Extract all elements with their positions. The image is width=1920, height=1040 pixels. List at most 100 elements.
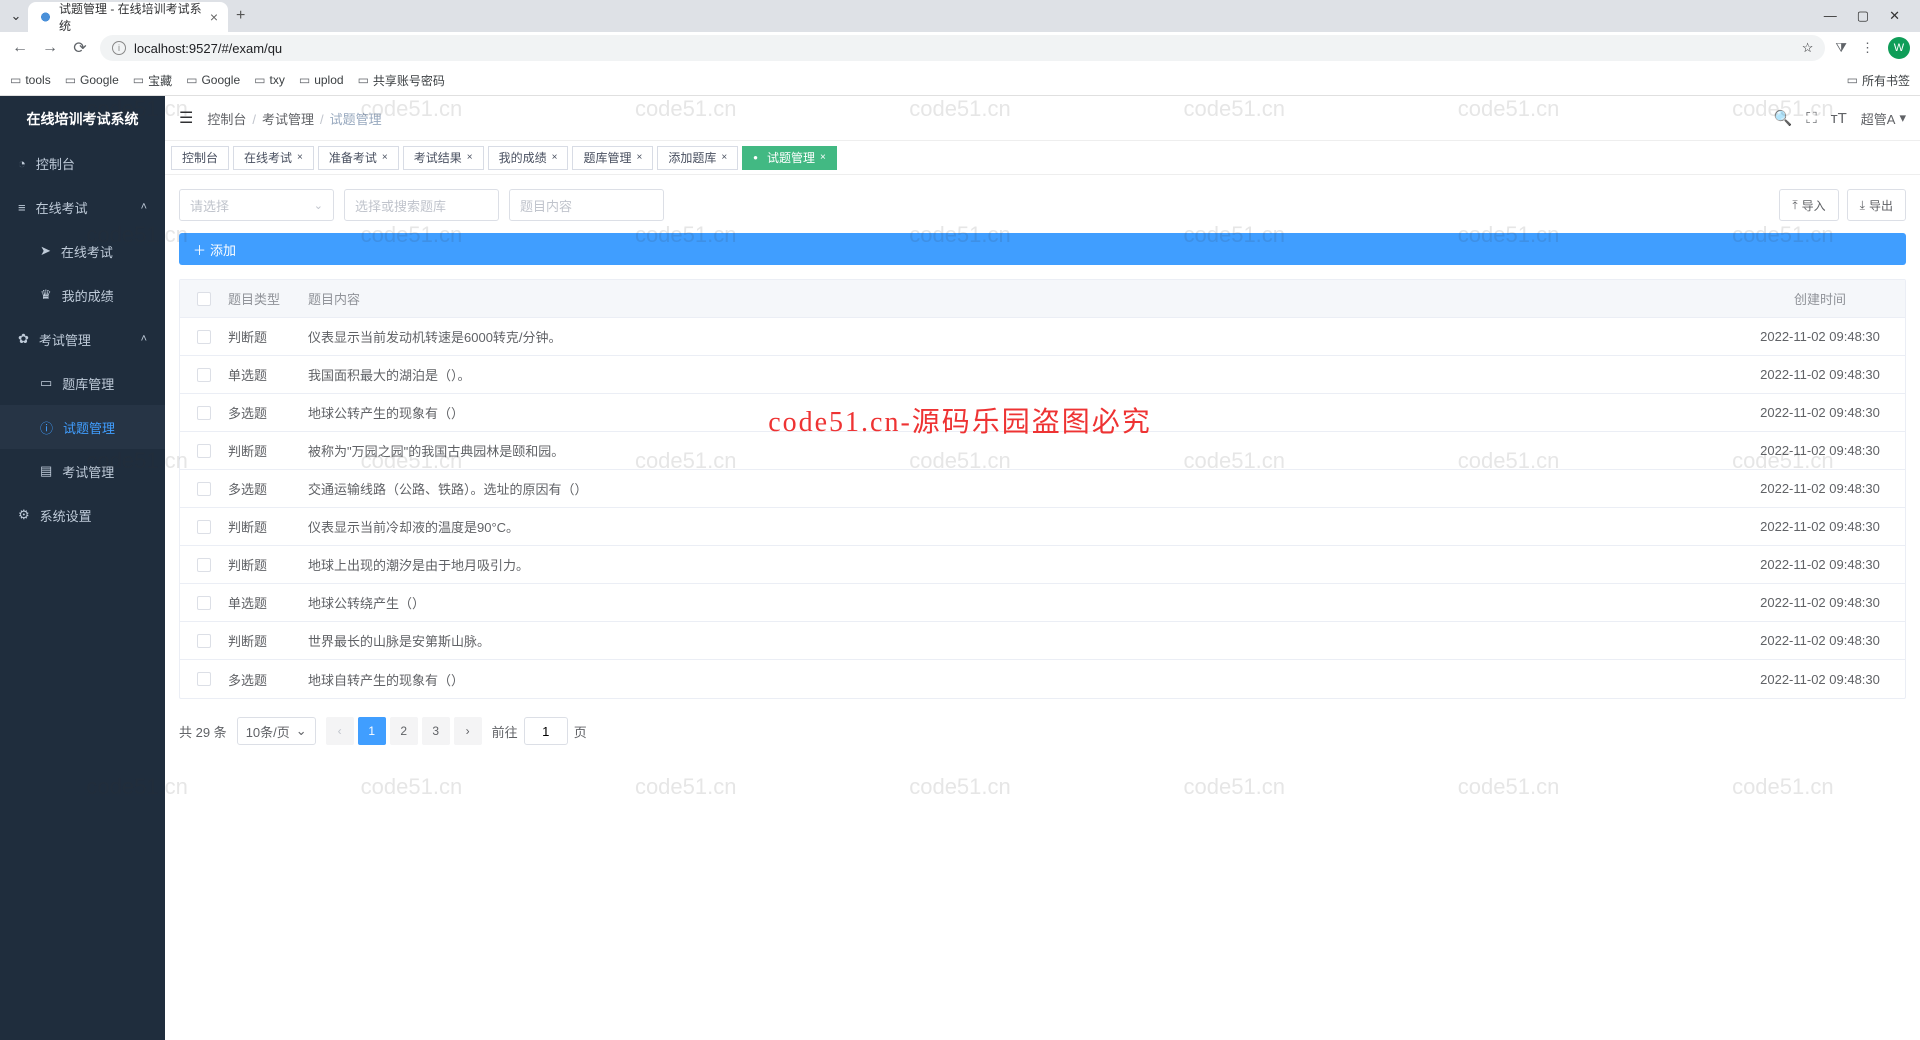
sidebar-subitem-在线考试[interactable]: ➤在线考试 <box>0 229 165 273</box>
sidebar-item-控制台[interactable]: ◔控制台 <box>0 141 165 185</box>
bookmark-item[interactable]: ▭Google <box>186 73 240 87</box>
tab-close-icon[interactable]: × <box>210 9 218 25</box>
table-row[interactable]: 判断题仪表显示当前发动机转速是6000转克/分钟。2022-11-02 09:4… <box>180 318 1905 356</box>
hamburger-icon[interactable]: ☰ <box>179 108 193 128</box>
nav-tab-控制台[interactable]: 控制台 <box>171 146 229 170</box>
fullscreen-icon[interactable]: ⛶ <box>1806 110 1817 127</box>
table-row[interactable]: 判断题被称为"万园之园"的我国古典园林是颐和园。2022-11-02 09:48… <box>180 432 1905 470</box>
page-2[interactable]: 2 <box>390 717 418 745</box>
content-input[interactable]: 题目内容 <box>509 189 664 221</box>
nav-tab-题库管理[interactable]: 题库管理× <box>572 146 653 170</box>
nav-forward-icon[interactable]: → <box>40 39 60 57</box>
sidebar-item-在线考试[interactable]: ≡在线考试˄ <box>0 185 165 229</box>
maximize-icon[interactable]: ▢ <box>1857 8 1869 24</box>
menu-icon: ♛ <box>40 287 52 303</box>
table-row[interactable]: 单选题地球公转绕产生（）2022-11-02 09:48:30 <box>180 584 1905 622</box>
page-3[interactable]: 3 <box>422 717 450 745</box>
minimize-icon[interactable]: — <box>1824 8 1837 24</box>
table-row[interactable]: 多选题地球公转产生的现象有（）2022-11-02 09:48:30 <box>180 394 1905 432</box>
page-size-label: 10条/页 <box>246 722 290 741</box>
nav-tab-添加题库[interactable]: 添加题库× <box>657 146 738 170</box>
nav-back-icon[interactable]: ← <box>10 39 30 57</box>
close-window-icon[interactable]: ✕ <box>1889 8 1900 24</box>
page-1[interactable]: 1 <box>358 717 386 745</box>
page-size-select[interactable]: 10条/页 ⌄ <box>237 717 316 745</box>
header-type: 题目类型 <box>228 289 308 308</box>
sidebar-subitem-我的成绩[interactable]: ♛我的成绩 <box>0 273 165 317</box>
table-row[interactable]: 判断题地球上出现的潮汐是由于地月吸引力。2022-11-02 09:48:30 <box>180 546 1905 584</box>
page-prev[interactable]: ‹ <box>326 717 354 745</box>
row-checkbox[interactable] <box>197 596 211 610</box>
sidebar-subitem-考试管理[interactable]: ▤考试管理 <box>0 449 165 493</box>
bookmark-item[interactable]: ▭uplod <box>299 73 344 87</box>
cell-time: 2022-11-02 09:48:30 <box>1735 443 1905 458</box>
tab-close-icon[interactable]: × <box>820 152 826 163</box>
nav-tab-label: 我的成绩 <box>499 149 547 166</box>
star-icon[interactable] <box>1802 40 1814 56</box>
browser-chrome: ⌄ ◔ 试题管理 - 在线培训考试系统 × + — ▢ ✕ ← → ⟳ i lo… <box>0 0 1920 96</box>
profile-avatar[interactable]: W <box>1888 37 1910 59</box>
row-checkbox[interactable] <box>197 634 211 648</box>
tab-close-icon[interactable]: × <box>467 152 473 163</box>
tab-close-icon[interactable]: × <box>382 152 388 163</box>
font-size-icon[interactable]: ᴛT <box>1831 110 1847 127</box>
bookmark-item[interactable]: ▭共享账号密码 <box>358 72 445 89</box>
nav-tab-我的成绩[interactable]: 我的成绩 × <box>488 146 569 170</box>
menu-icon: ✿ <box>18 331 29 347</box>
cell-time: 2022-11-02 09:48:30 <box>1735 672 1905 687</box>
repo-input[interactable]: 选择或搜索题库 <box>344 189 499 221</box>
folder-icon: ▭ <box>299 73 310 87</box>
search-icon[interactable]: 🔍 <box>1774 109 1793 127</box>
row-checkbox[interactable] <box>197 330 211 344</box>
address-field[interactable]: i localhost:9527/#/exam/qu <box>100 35 1825 61</box>
table-row[interactable]: 单选题我国面积最大的湖泊是（）。2022-11-02 09:48:30 <box>180 356 1905 394</box>
nav-refresh-icon[interactable]: ⟳ <box>70 38 90 58</box>
row-checkbox[interactable] <box>197 672 211 686</box>
import-button[interactable]: ⤒ 导入 <box>1779 189 1838 221</box>
new-tab-button[interactable]: + <box>236 7 245 25</box>
tab-close-icon[interactable]: × <box>297 152 303 163</box>
export-button[interactable]: ⤓ 导出 <box>1847 189 1906 221</box>
all-bookmarks[interactable]: ▭所有书签 <box>1847 72 1910 89</box>
extensions-icon[interactable]: ⧩ <box>1835 40 1847 56</box>
sidebar-subitem-题库管理[interactable]: ▭题库管理 <box>0 361 165 405</box>
bookmark-item[interactable]: ▭tools <box>10 73 51 87</box>
table-row[interactable]: 判断题仪表显示当前冷却液的温度是90°C。2022-11-02 09:48:30 <box>180 508 1905 546</box>
nav-tab-考试结果[interactable]: 考试结果× <box>403 146 484 170</box>
tab-close-icon[interactable]: × <box>552 152 558 163</box>
bookmark-item[interactable]: ▭宝藏 <box>133 72 172 89</box>
bookmark-item[interactable]: ▭txy <box>254 73 285 87</box>
breadcrumb-item[interactable]: 考试管理 <box>262 112 314 127</box>
sidebar-item-考试管理[interactable]: ✿考试管理˄ <box>0 317 165 361</box>
tab-dropdown-icon[interactable]: ⌄ <box>8 8 24 24</box>
row-checkbox[interactable] <box>197 558 211 572</box>
bookmark-item[interactable]: ▭Google <box>65 73 119 87</box>
user-dropdown[interactable]: 超管A ▾ <box>1861 109 1906 128</box>
tab-close-icon[interactable]: × <box>636 152 642 163</box>
row-checkbox[interactable] <box>197 406 211 420</box>
row-checkbox[interactable] <box>197 520 211 534</box>
row-checkbox[interactable] <box>197 368 211 382</box>
nav-tab-试题管理[interactable]: 试题管理× <box>742 146 837 170</box>
menu-label: 试题管理 <box>63 418 115 437</box>
breadcrumb-item[interactable]: 控制台 <box>207 112 246 127</box>
site-info-icon[interactable]: i <box>112 41 126 55</box>
goto-input[interactable] <box>524 717 568 745</box>
nav-tab-准备考试[interactable]: 准备考试× <box>318 146 399 170</box>
table-row[interactable]: 多选题地球自转产生的现象有（）2022-11-02 09:48:30 <box>180 660 1905 698</box>
checkbox-all[interactable] <box>197 292 211 306</box>
table-row[interactable]: 多选题交通运输线路（公路、铁路）。选址的原因有（）2022-11-02 09:4… <box>180 470 1905 508</box>
add-button[interactable]: ＋ 添加 <box>179 233 1906 265</box>
nav-tab-在线考试[interactable]: 在线考试× <box>233 146 314 170</box>
menu-icon[interactable]: ⋮ <box>1861 40 1874 56</box>
sidebar-item-系统设置[interactable]: ⚙系统设置 <box>0 493 165 537</box>
type-select[interactable]: 请选择 ⌄ <box>179 189 334 221</box>
browser-tab[interactable]: ◔ 试题管理 - 在线培训考试系统 × <box>28 2 228 32</box>
table-row[interactable]: 判断题世界最长的山脉是安第斯山脉。2022-11-02 09:48:30 <box>180 622 1905 660</box>
row-checkbox[interactable] <box>197 482 211 496</box>
page-next[interactable]: › <box>454 717 482 745</box>
sidebar-subitem-试题管理[interactable]: ⓘ试题管理 <box>0 405 165 449</box>
row-checkbox[interactable] <box>197 444 211 458</box>
cell-content: 地球公转绕产生（） <box>308 593 1735 612</box>
tab-close-icon[interactable]: × <box>721 152 727 163</box>
